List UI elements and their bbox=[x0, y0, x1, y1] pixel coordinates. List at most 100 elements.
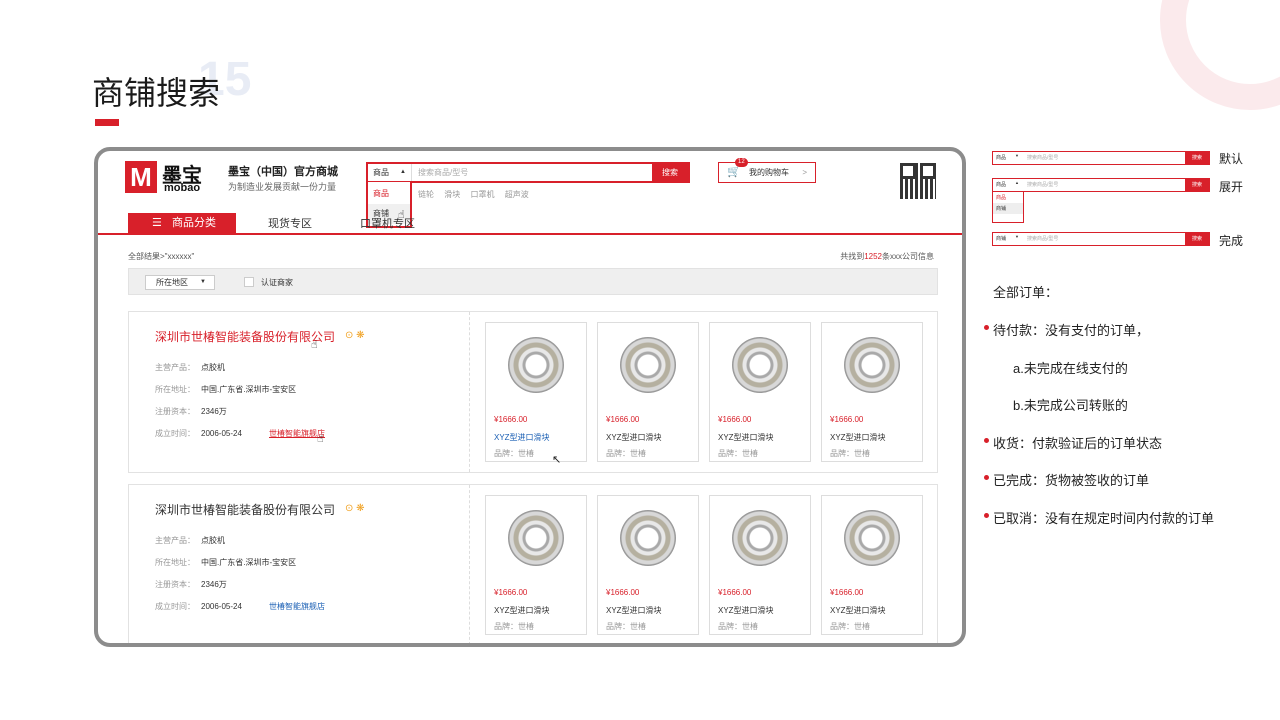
notes-header: 全部订单： bbox=[993, 285, 1059, 300]
hot-keyword[interactable]: 滑块 bbox=[444, 190, 460, 199]
caret-down-icon: ▼ bbox=[1015, 234, 1019, 239]
result-count-suffix: 条xxx公司信息 bbox=[882, 252, 934, 261]
caret-down-icon: ▼ bbox=[200, 279, 206, 285]
mini-placeholder: 搜索商品/型号 bbox=[1027, 182, 1059, 188]
mini-select: 商品 bbox=[996, 155, 1007, 161]
store-main-product: 主营产品： 点胶机 bbox=[155, 536, 225, 545]
search-type-value: 商品 bbox=[373, 168, 389, 177]
product-name[interactable]: XYZ型进口滑块 bbox=[718, 605, 774, 616]
note-subitem: b.未完成公司转账的 bbox=[1013, 398, 1128, 413]
logo-text-en[interactable]: mobao bbox=[164, 182, 200, 194]
store-name[interactable]: 深圳市世椿智能装备股份有限公司 bbox=[155, 328, 335, 345]
bearing-image bbox=[732, 510, 788, 566]
hot-keywords: 链轮 滑块 口罩机 超声波 bbox=[418, 189, 537, 200]
nav-category-label: 商品分类 bbox=[172, 217, 216, 229]
cart-label: 我的购物车 bbox=[749, 168, 789, 177]
product-price: ¥1666.00 bbox=[830, 588, 864, 597]
nav-item-spot[interactable]: 现货专区 bbox=[268, 215, 312, 231]
decorative-ring bbox=[1160, 0, 1280, 110]
product-card[interactable]: ¥1666.00 XYZ型进口滑块 品牌：世椿 bbox=[709, 495, 811, 635]
breadcrumb: 全部结果>"xxxxxx" bbox=[128, 252, 195, 261]
store-capital: 注册资本： 2346万 bbox=[155, 407, 227, 416]
region-select[interactable]: 所在地区 ▼ bbox=[145, 275, 215, 290]
bearing-image bbox=[508, 337, 564, 393]
store-main-product: 主营产品： 点胶机 bbox=[155, 363, 225, 372]
product-card[interactable]: ¥1666.00 XYZ型进口滑块 品牌：世椿 bbox=[597, 322, 699, 462]
brand-title: 墨宝（中国）官方商城 bbox=[228, 166, 338, 178]
region-select-label: 所在地区 bbox=[156, 278, 188, 287]
product-name[interactable]: XYZ型进口滑块 bbox=[830, 432, 886, 443]
product-brand: 品牌：世椿 bbox=[718, 622, 758, 631]
bearing-image bbox=[620, 510, 676, 566]
product-brand: 品牌：世椿 bbox=[718, 449, 758, 458]
product-name[interactable]: XYZ型进口滑块 bbox=[718, 432, 774, 443]
chevron-right-icon: > bbox=[802, 168, 807, 177]
product-name[interactable]: XYZ型进口滑块 bbox=[606, 432, 662, 443]
bearing-image bbox=[844, 510, 900, 566]
product-card[interactable]: ¥1666.00 XYZ型进口滑块 品牌：世椿 bbox=[821, 322, 923, 462]
store-location: 所在地址： 中国.广东省.深圳市-宝安区 bbox=[155, 558, 297, 567]
hot-keyword[interactable]: 超声波 bbox=[505, 190, 529, 199]
store-capital: 注册资本： 2346万 bbox=[155, 580, 227, 589]
caret-down-icon: ▼ bbox=[1015, 153, 1019, 158]
state-label-done: 完成 bbox=[1219, 234, 1244, 248]
product-card[interactable]: ¥1666.00 XYZ型进口滑块 品牌：世椿 bbox=[485, 495, 587, 635]
arrow-cursor-icon: ↖ bbox=[552, 454, 562, 466]
product-card[interactable]: ¥1666.00 XYZ型进口滑块 品牌：世椿 bbox=[709, 322, 811, 462]
cart-button[interactable]: 🛒 12 我的购物车 > bbox=[718, 158, 816, 183]
result-count: 共找到1252条xxx公司信息 bbox=[840, 251, 934, 262]
mini-search-button: 搜索 bbox=[1185, 152, 1209, 164]
product-card[interactable]: ¥1666.00 XYZ型进口滑块 品牌：世椿 bbox=[821, 495, 923, 635]
mini-placeholder: 搜索商品/型号 bbox=[1027, 236, 1059, 242]
store-location: 所在地址： 中国.广东省.深圳市-宝安区 bbox=[155, 385, 297, 394]
note-item: 待付款：没有支付的订单， bbox=[984, 320, 1149, 339]
hot-keyword[interactable]: 口罩机 bbox=[470, 190, 494, 199]
product-brand: 品牌：世椿 bbox=[606, 622, 646, 631]
verified-checkbox[interactable] bbox=[244, 277, 254, 287]
card-divider bbox=[469, 485, 470, 643]
nav-divider bbox=[98, 233, 962, 235]
product-card[interactable]: ¥1666.00 XYZ型进口滑块 品牌：世椿 bbox=[597, 495, 699, 635]
search-type-select[interactable]: 商品 ▲ bbox=[368, 164, 412, 181]
note-item: 收货：付款验证后的订单状态 bbox=[984, 433, 1162, 452]
nav-category-button[interactable]: ☰ 商品分类 bbox=[128, 213, 236, 233]
hand-cursor-icon: ☝ bbox=[311, 339, 318, 351]
dropdown-option-product[interactable]: 商品 bbox=[368, 184, 410, 204]
product-price: ¥1666.00 bbox=[718, 415, 752, 424]
product-name[interactable]: XYZ型进口滑块 bbox=[494, 432, 550, 443]
note-subitem: a.未完成在线支付的 bbox=[1013, 361, 1128, 376]
nav-item-mask-machine[interactable]: 口罩机专区 bbox=[360, 215, 415, 231]
product-brand: 品牌：世椿 bbox=[606, 449, 646, 458]
product-name[interactable]: XYZ型进口滑块 bbox=[494, 605, 550, 616]
state-label-expanded: 展开 bbox=[1219, 180, 1244, 194]
note-item: 已取消：没有在规定时间内付款的订单 bbox=[984, 508, 1214, 527]
page-title: 商铺搜索 bbox=[92, 75, 221, 111]
product-price: ¥1666.00 bbox=[494, 588, 528, 597]
mini-option-product: 商品 bbox=[996, 195, 1007, 201]
filter-bar: 所在地区 ▼ 认证商家 bbox=[128, 268, 938, 295]
cart-icon: 🛒 bbox=[727, 166, 741, 178]
caret-up-icon: ▲ bbox=[1015, 180, 1019, 185]
store-card: 深圳市世椿智能装备股份有限公司 ⊙ ❋ 主营产品： 点胶机 所在地址： 中国.广东省… bbox=[128, 484, 938, 643]
product-name[interactable]: XYZ型进口滑块 bbox=[830, 605, 886, 616]
product-brand: 品牌：世椿 bbox=[830, 449, 870, 458]
search-button[interactable]: 搜索 bbox=[652, 164, 688, 181]
hot-keyword[interactable]: 链轮 bbox=[418, 190, 434, 199]
hand-cursor-icon: ☝ bbox=[317, 433, 324, 445]
qr-code bbox=[900, 163, 936, 199]
menu-icon: ☰ bbox=[152, 217, 162, 229]
store-name[interactable]: 深圳市世椿智能装备股份有限公司 bbox=[155, 501, 335, 518]
mini-option-store: 商铺 bbox=[993, 203, 1023, 214]
verified-label: 认证商家 bbox=[261, 278, 293, 287]
store-shop-link[interactable]: 世椿智能旗舰店 bbox=[269, 601, 325, 612]
search-input[interactable]: 搜索商品/型号 bbox=[418, 164, 468, 181]
product-card[interactable]: ¥1666.00 XYZ型进口滑块 品牌：世椿 ↖ bbox=[485, 322, 587, 466]
product-price: ¥1666.00 bbox=[606, 588, 640, 597]
product-brand: 品牌：世椿 bbox=[830, 622, 870, 631]
result-count-number: 1252 bbox=[864, 252, 882, 261]
bearing-image bbox=[732, 337, 788, 393]
product-brand: 品牌：世椿 bbox=[494, 449, 534, 458]
logo-mark[interactable]: M bbox=[125, 161, 157, 193]
product-name[interactable]: XYZ型进口滑块 bbox=[606, 605, 662, 616]
mini-dropdown: 商品 商铺 bbox=[992, 192, 1024, 223]
